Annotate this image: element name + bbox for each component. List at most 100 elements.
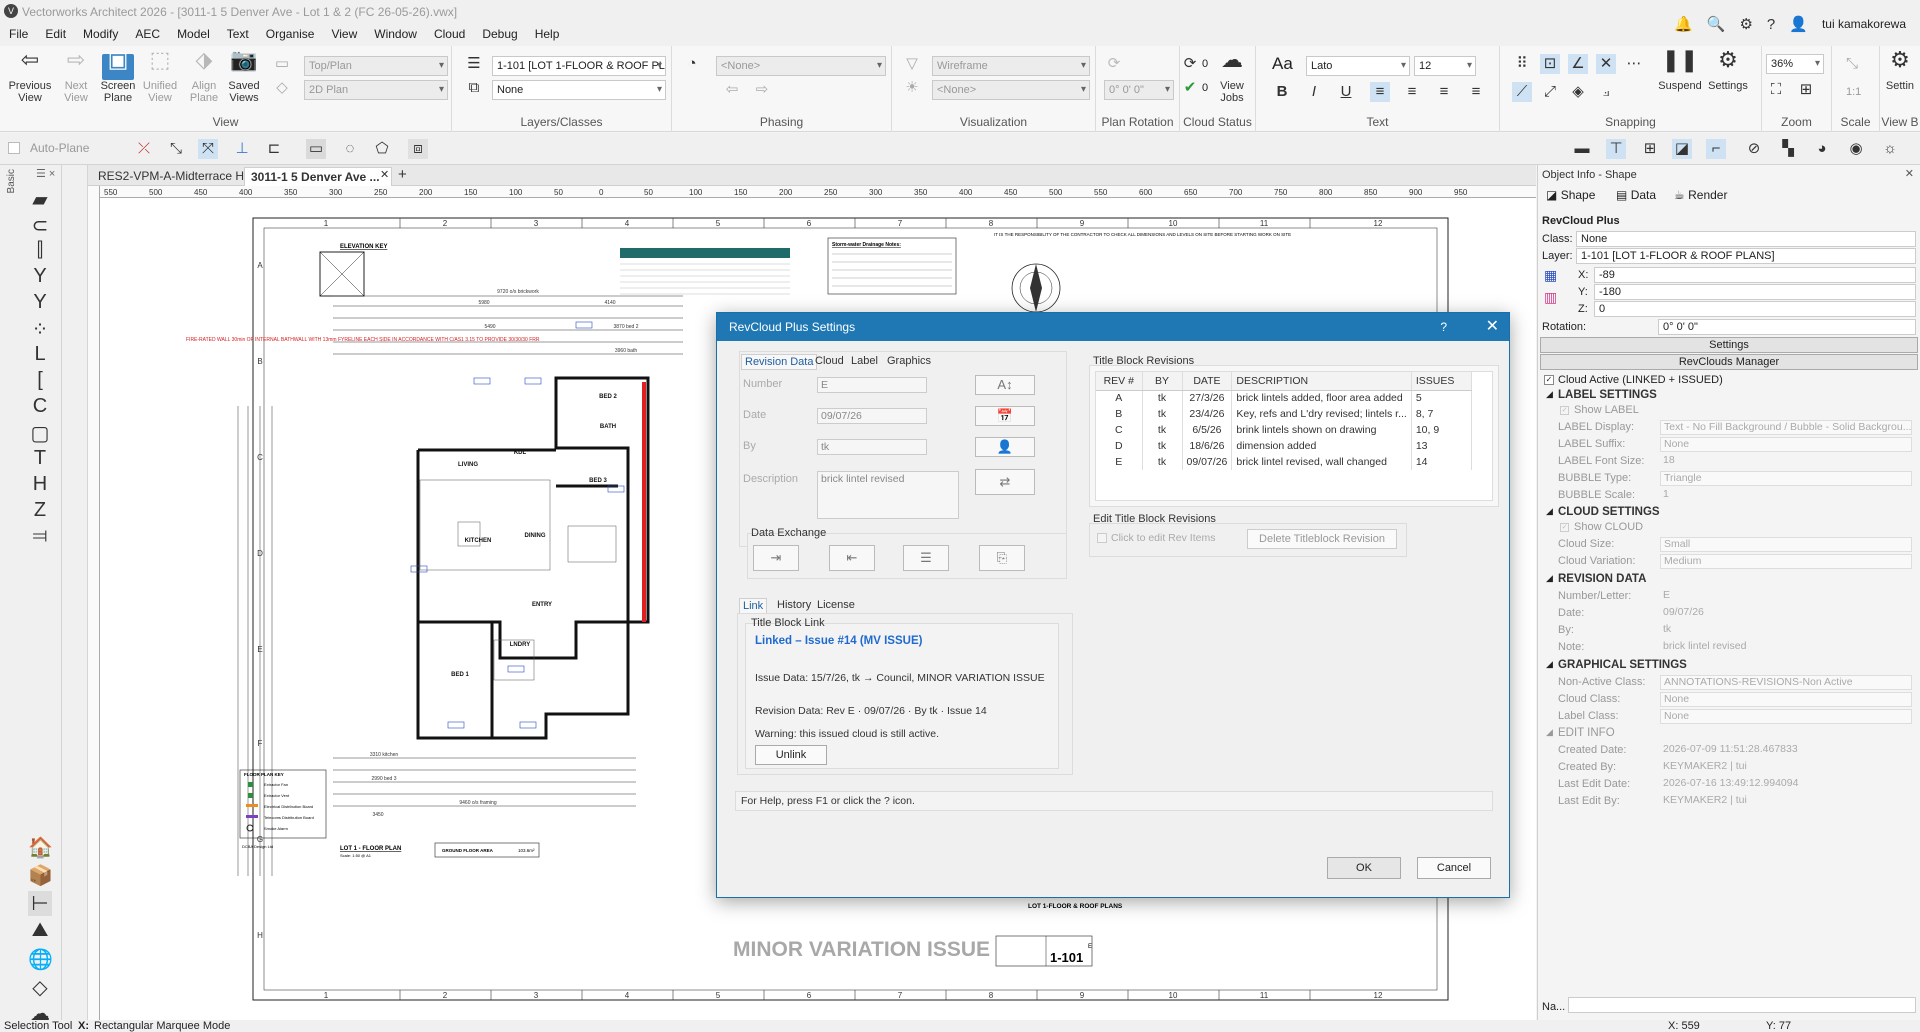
font-size-combo[interactable]: 12 <box>1414 56 1476 76</box>
menu-text[interactable]: Text <box>218 24 257 41</box>
close-tab-icon[interactable]: ✕ <box>380 168 389 181</box>
revision-data-section[interactable]: REVISION DATA <box>1558 573 1646 585</box>
linked-issue-link[interactable]: Linked – Issue #14 (MV ISSUE) <box>755 635 922 647</box>
snap-smart-icon[interactable]: ⤢ <box>1540 82 1560 102</box>
tab-cloud[interactable]: Cloud <box>815 355 844 367</box>
doc-tab-1[interactable]: RES2-VPM-A-Midterrace H... <box>92 167 260 186</box>
polygon-marquee-icon[interactable]: ⬠ <box>372 139 392 159</box>
number-field[interactable]: E <box>817 377 927 393</box>
grid-tool-icon[interactable]: ⊞ <box>1640 139 1660 159</box>
previous-view-button[interactable]: ⇦ Previous View <box>8 49 52 105</box>
lighting-icon[interactable]: ☀ <box>902 78 922 98</box>
bold-icon[interactable]: B <box>1272 82 1292 102</box>
channel-tool-icon[interactable]: [ <box>28 369 52 392</box>
menu-model[interactable]: Model <box>168 24 218 41</box>
zoom-combo[interactable]: 36% <box>1766 54 1824 74</box>
plan-combo[interactable]: 2D Plan <box>304 80 448 100</box>
rotation-icon[interactable]: ⟳ <box>1104 54 1124 74</box>
t-section-tool-icon[interactable]: T <box>28 447 52 470</box>
oip-settings-button[interactable]: Settings <box>1540 337 1918 353</box>
copy-button[interactable]: ⎘ <box>979 545 1025 571</box>
pipe-tool-icon[interactable]: ⊂ <box>28 213 52 238</box>
user-icon[interactable]: 👤 <box>1789 15 1808 33</box>
menu-help[interactable]: Help <box>526 24 568 41</box>
label-font-size-field[interactable]: 18 <box>1660 454 1912 469</box>
box-tool-icon[interactable]: 📦 <box>28 863 53 888</box>
saved-views-button[interactable]: 📷 Saved Views <box>222 49 266 105</box>
zoom-window-icon[interactable]: ⊞ <box>1796 80 1816 100</box>
help-icon[interactable]: ? <box>1767 16 1775 33</box>
rotation-field[interactable]: 0° 0' 0" <box>1104 80 1174 100</box>
snap-tangent-icon[interactable]: ⟋ <box>1512 82 1532 102</box>
layer-tool-icon[interactable]: ⊤ <box>1606 139 1626 159</box>
col-by[interactable]: BY <box>1142 372 1183 391</box>
classes-icon[interactable]: ⧉ <box>464 78 484 98</box>
edit-info-section[interactable]: EDIT INFO <box>1558 727 1615 739</box>
attributes-icon[interactable]: ▬ <box>1572 139 1592 159</box>
tab-revision-data[interactable]: Revision Data <box>741 354 818 370</box>
suspend-snapping-button[interactable]: ❚❚ Suspend <box>1658 49 1702 93</box>
lighting-combo[interactable]: <None> <box>932 80 1090 100</box>
camera-tool-icon[interactable]: ◉ <box>1846 139 1866 159</box>
layout-tool-icon[interactable]: ▚ <box>1778 139 1798 159</box>
label-suffix-field[interactable]: None <box>1660 437 1912 452</box>
rev-by-field[interactable]: tk <box>1660 623 1912 638</box>
tab-label[interactable]: Label <box>851 355 878 367</box>
angle-tool-icon[interactable]: L <box>28 343 52 366</box>
collapse-icon[interactable]: ◢ <box>1546 389 1553 400</box>
unified-view-button[interactable]: ⬚ Unified View <box>138 49 182 105</box>
search-icon[interactable]: 🔍 <box>1707 15 1726 33</box>
rail-tool-icon[interactable]: ⫤ <box>28 525 52 548</box>
col-issues[interactable]: ISSUES <box>1411 372 1472 391</box>
pipe-section-tool-icon[interactable]: ▢ <box>28 421 52 446</box>
lasso-marquee-icon[interactable]: ◌ <box>340 139 360 159</box>
z-section-tool-icon[interactable]: Z <box>28 499 52 522</box>
user-name[interactable]: tui kamakorewa <box>1822 17 1906 31</box>
next-view-button[interactable]: ⇨ Next View <box>54 49 98 105</box>
axis-mode-icon[interactable]: ⊥ <box>232 139 252 159</box>
collapse-icon[interactable]: ◢ <box>1546 506 1553 517</box>
label-display-field[interactable]: Text - No Fill Background / Bubble - Sol… <box>1660 420 1912 435</box>
oip-name-field[interactable] <box>1568 997 1916 1013</box>
dots-tool-icon[interactable]: ⁘ <box>28 317 52 342</box>
snap-intersection-icon[interactable]: ✕ <box>1596 54 1616 74</box>
number-sort-button[interactable]: A↕ <box>975 375 1035 395</box>
col-date[interactable]: DATE <box>1182 372 1233 391</box>
bubble-type-field[interactable]: Triangle <box>1660 471 1912 486</box>
snap-distance-icon[interactable]: ⋯ <box>1624 54 1644 74</box>
list-button[interactable]: ☰ <box>903 545 949 571</box>
swap-button[interactable]: ⇄ <box>975 469 1035 495</box>
menu-aec[interactable]: AEC <box>126 24 168 41</box>
table-row[interactable]: Dtk 18/6/26 dimension added 13 <box>1096 438 1472 454</box>
phasing-icon[interactable]: ◔ <box>682 54 702 74</box>
layer-stack-tool-icon[interactable]: ◇ <box>28 975 52 1000</box>
dialog-title-bar[interactable]: RevCloud Plus Settings ? ✕ <box>717 313 1509 341</box>
phase-forward-icon[interactable]: ⇨ <box>752 80 772 100</box>
reshape-mode-icon[interactable]: ⤧ <box>198 139 218 159</box>
ruler-top[interactable]: 550 500 450 400 350 300 250 200 150 100 50 0 50 100 15… <box>88 186 1536 198</box>
oip-tab-data[interactable]: ▤ Data <box>1616 187 1656 203</box>
tab-history[interactable]: History <box>777 599 811 611</box>
sync-icon[interactable]: ⟳ <box>1180 54 1200 74</box>
palette-splitter[interactable] <box>62 165 88 1020</box>
snap-edge-icon[interactable]: ⟓ <box>1596 82 1616 102</box>
cloud-settings-section[interactable]: CLOUD SETTINGS <box>1558 506 1660 518</box>
view-combo[interactable]: Top/Plan <box>304 56 448 76</box>
number-letter-field[interactable]: E <box>1660 589 1912 604</box>
oip-z-field[interactable]: 0 <box>1594 301 1916 317</box>
col-rev[interactable]: REV # <box>1096 372 1143 391</box>
layers-icon[interactable]: ☰ <box>464 54 484 74</box>
revclouds-manager-button[interactable]: RevClouds Manager <box>1540 354 1918 370</box>
menu-file[interactable]: File <box>0 24 36 41</box>
snap-surface-icon[interactable]: ◈ <box>1568 82 1588 102</box>
collapse-icon[interactable]: ◢ <box>1546 659 1553 670</box>
dialog-help-icon[interactable]: ? <box>1440 313 1447 341</box>
cloud-class-field[interactable]: None <box>1660 692 1912 707</box>
gear-icon[interactable]: ⚙ <box>1739 15 1752 33</box>
dialog-close-icon[interactable]: ✕ <box>1486 313 1499 341</box>
import-button[interactable]: ⇤ <box>829 545 875 571</box>
oip-class-field[interactable]: None <box>1576 231 1916 247</box>
auto-plane-checkbox[interactable] <box>8 142 20 154</box>
snap-loci-icon[interactable]: ⧈ <box>408 139 428 159</box>
menu-cloud[interactable]: Cloud <box>425 24 473 41</box>
